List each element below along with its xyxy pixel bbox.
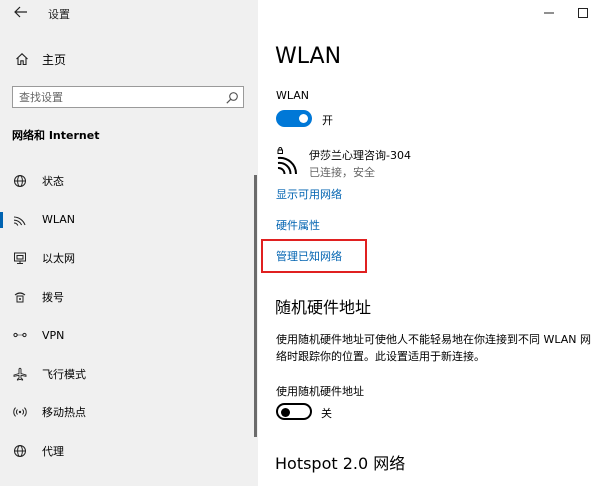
sidebar-item-label: 移动热点 xyxy=(42,406,86,420)
random-hw-description: 使用随机硬件地址可使他人不能轻易地在你连接到不同 WLAN 网络时跟踪你的位置。… xyxy=(276,333,592,363)
sidebar-item-label: 拨号 xyxy=(42,290,64,304)
sidebar-item-vpn[interactable]: VPN xyxy=(0,316,258,355)
sidebar-item-hotspot[interactable]: 移动热点 xyxy=(0,393,258,432)
random-hw-toggle-label: 使用随机硬件地址 xyxy=(276,385,364,398)
hotspot-icon xyxy=(12,404,28,420)
connected-network[interactable]: 伊莎兰心理咨询-304 已连接，安全 xyxy=(276,146,576,182)
search-icon[interactable] xyxy=(225,90,239,104)
hardware-properties-link[interactable]: 硬件属性 xyxy=(276,217,320,233)
wlan-toggle[interactable] xyxy=(276,110,312,127)
show-available-networks-link[interactable]: 显示可用网络 xyxy=(276,186,342,202)
sidebar-item-wlan[interactable]: WLAN xyxy=(0,201,258,240)
dialup-icon xyxy=(12,289,28,305)
maximize-icon xyxy=(578,8,588,18)
page-title: WLAN xyxy=(275,44,342,69)
sidebar-scrollbar[interactable] xyxy=(254,175,257,437)
sidebar-item-label: VPN xyxy=(42,328,65,342)
nav-list: 状态 WLAN 以太网 拨号 VPN 飞行模式 移动热点 代理 xyxy=(0,162,258,470)
sidebar-item-ethernet[interactable]: 以太网 xyxy=(0,239,258,278)
main-panel: WLAN WLAN 开 伊莎兰心理咨询-304 已连接，安全 显示可用网络 硬件… xyxy=(258,0,600,486)
proxy-globe-icon xyxy=(12,443,28,459)
toggle-knob xyxy=(299,114,308,123)
sidebar-item-label: 状态 xyxy=(42,175,64,189)
sidebar-item-label: 代理 xyxy=(42,444,64,458)
sidebar-item-dialup[interactable]: 拨号 xyxy=(0,278,258,317)
wlan-toggle-label: WLAN xyxy=(276,89,310,102)
sidebar-item-proxy[interactable]: 代理 xyxy=(0,432,258,471)
sidebar-item-status[interactable]: 状态 xyxy=(0,162,258,201)
minimize-button[interactable] xyxy=(532,0,566,26)
globe-icon xyxy=(12,173,28,189)
toggle-knob xyxy=(281,407,290,417)
back-arrow-icon xyxy=(14,6,27,18)
minimize-icon xyxy=(544,12,554,14)
wifi-icon xyxy=(12,212,28,228)
app-title: 设置 xyxy=(48,8,70,21)
hotspot-heading: Hotspot 2.0 网络 xyxy=(275,454,406,473)
sidebar-item-label: 以太网 xyxy=(42,252,75,266)
sidebar-item-label: WLAN xyxy=(42,213,76,227)
section-title: 网络和 Internet xyxy=(12,129,100,142)
random-hw-toggle[interactable] xyxy=(276,403,312,420)
titlebar-left: 设置 xyxy=(0,0,258,30)
network-status: 已连接，安全 xyxy=(309,166,375,179)
nav-home-label: 主页 xyxy=(42,52,67,67)
search-box xyxy=(12,86,244,108)
random-hw-toggle-state: 关 xyxy=(321,407,332,420)
airplane-icon xyxy=(12,366,28,382)
random-hw-heading: 随机硬件地址 xyxy=(275,298,372,317)
maximize-button[interactable] xyxy=(566,0,600,26)
window-controls xyxy=(532,0,600,26)
sidebar: 设置 主页 网络和 Internet 状态 WLAN xyxy=(0,0,258,486)
manage-known-networks-link[interactable]: 管理已知网络 xyxy=(276,248,342,264)
vpn-icon xyxy=(12,327,28,343)
sidebar-item-label: 飞行模式 xyxy=(42,367,86,381)
nav-home[interactable]: 主页 xyxy=(14,49,66,69)
wifi-secured-icon xyxy=(276,146,302,176)
wlan-toggle-state: 开 xyxy=(322,114,333,127)
back-button[interactable] xyxy=(10,4,32,24)
ethernet-icon xyxy=(12,250,28,266)
network-name: 伊莎兰心理咨询-304 xyxy=(309,149,411,162)
search-input[interactable] xyxy=(19,89,219,105)
sidebar-item-airplane[interactable]: 飞行模式 xyxy=(0,355,258,394)
home-icon xyxy=(14,51,30,67)
